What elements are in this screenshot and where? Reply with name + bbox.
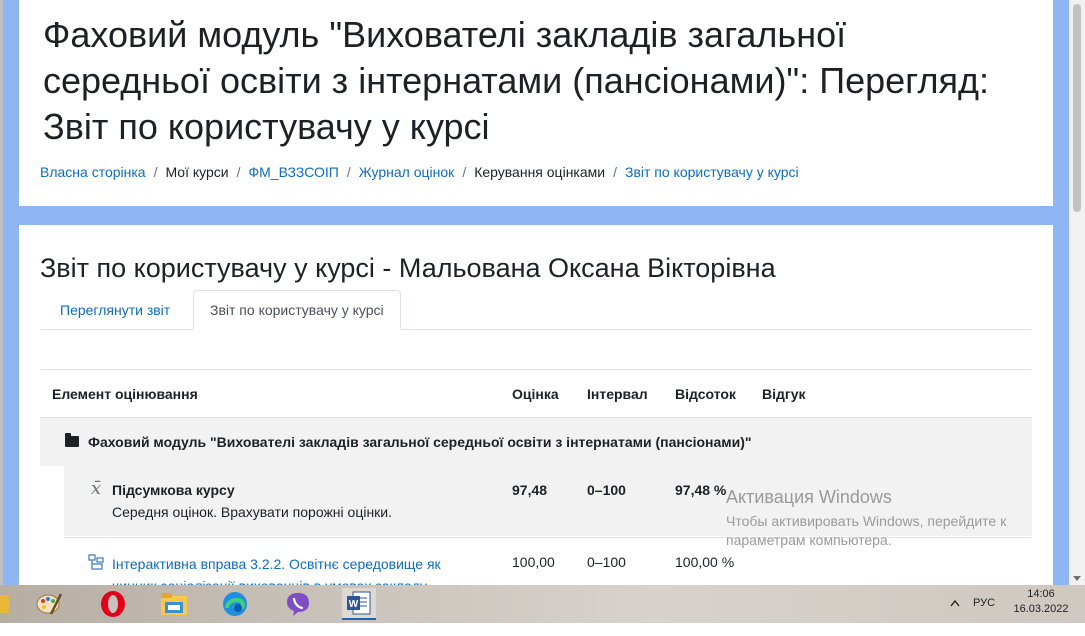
grade-item-range: 0–100 [587, 554, 626, 570]
course-total-description: Середня оцінок. Врахувати порожні оцінки… [112, 504, 393, 520]
course-total-range: 0–100 [587, 482, 626, 498]
column-header-percent[interactable]: Відсоток [675, 386, 736, 402]
watermark-line: Чтобы активировать Windows, перейдите к [726, 513, 1007, 529]
breadcrumb-separator: / [462, 164, 467, 180]
page-title: Фаховий модуль "Вихователі закладів зага… [43, 14, 990, 147]
course-total-name: Підсумкова курсу [112, 482, 235, 498]
clock-time: 14:06 [1027, 588, 1055, 600]
windows-activation-watermark: Активация Windows Чтобы активировать Win… [726, 487, 1006, 550]
grade-item-percent: 100,00 % [675, 554, 735, 570]
browser-viewport: Фаховий модуль "Вихователі закладів зага… [0, 0, 1085, 585]
grade-item-link[interactable]: Інтерактивна вправа 3.2.2. Освітнє серед… [112, 553, 472, 585]
column-header-range[interactable]: Інтервал [587, 386, 648, 402]
grade-item-grade: 100,00 [512, 554, 555, 570]
tab-user-report[interactable]: Звіт по користувачу у курсі [193, 290, 401, 330]
scrollbar-thumb[interactable] [1073, 4, 1081, 212]
scroll-down-arrow-icon[interactable] [1073, 576, 1081, 581]
folder-icon [65, 433, 79, 447]
vertical-scrollbar[interactable] [1069, 0, 1085, 585]
column-header-grade[interactable]: Оцінка [512, 386, 559, 402]
svg-text:W: W [349, 599, 359, 610]
file-explorer-icon[interactable] [157, 588, 191, 620]
interactive-activity-icon [88, 554, 104, 570]
report-heading: Звіт по користувачу у курсі - Мальована … [40, 253, 776, 283]
mean-icon: x̄ [91, 478, 102, 499]
pinned-app-icon[interactable] [0, 588, 16, 620]
word-icon[interactable]: W [342, 588, 376, 620]
breadcrumb: Власна сторінка / Мої курси / ФМ_ВЗЗСОІП / Жур… [40, 163, 799, 181]
watermark-title: Активация Windows [726, 487, 892, 507]
edge-icon[interactable] [218, 588, 252, 620]
paint-icon[interactable] [32, 588, 66, 620]
clock[interactable]: 14:06 16.03.2022 [1010, 588, 1072, 626]
category-row: Фаховий модуль "Вихователі закладів зага… [40, 417, 1032, 466]
language-indicator[interactable]: РУС [973, 597, 995, 635]
column-header-item[interactable]: Елемент оцінювання [52, 386, 198, 402]
clock-date: 16.03.2022 [1013, 603, 1069, 615]
column-header-feedback[interactable]: Відгук [762, 386, 806, 402]
viber-icon[interactable] [281, 588, 315, 620]
breadcrumb-grade-admin: Керування оцінками [474, 164, 606, 180]
report-tabs: Переглянути звіт Звіт по користувачу у к… [40, 290, 1032, 330]
breadcrumb-gradebook[interactable]: Журнал оцінок [359, 164, 455, 180]
opera-icon[interactable] [96, 588, 130, 620]
breadcrumb-dashboard[interactable]: Власна сторінка [40, 164, 146, 180]
breadcrumb-separator: / [346, 164, 351, 180]
breadcrumb-separator: / [613, 164, 617, 180]
breadcrumb-separator: / [153, 164, 158, 180]
breadcrumb-my-courses: Мої курси [165, 164, 229, 180]
course-total-percent: 97,48 % [675, 482, 727, 498]
watermark-line: параметрам компьютера. [726, 532, 892, 548]
show-hidden-icons-chevron-icon[interactable] [950, 598, 960, 636]
grade-table: Елемент оцінювання Оцінка Інтервал Відсо… [40, 369, 1032, 585]
course-total-grade: 97,48 [512, 482, 548, 498]
breadcrumb-course[interactable]: ФМ_ВЗЗСОІП [249, 164, 339, 180]
windows-taskbar: W РУС 14:06 16.03.2022 [0, 585, 1085, 623]
window-edge [0, 0, 3, 585]
breadcrumb-separator: / [236, 164, 241, 180]
tab-view-report[interactable]: Переглянути звіт [44, 291, 186, 329]
breadcrumb-user-report[interactable]: Звіт по користувачу у курсі [625, 164, 799, 180]
category-label: Фаховий модуль "Вихователі закладів зага… [88, 434, 752, 450]
